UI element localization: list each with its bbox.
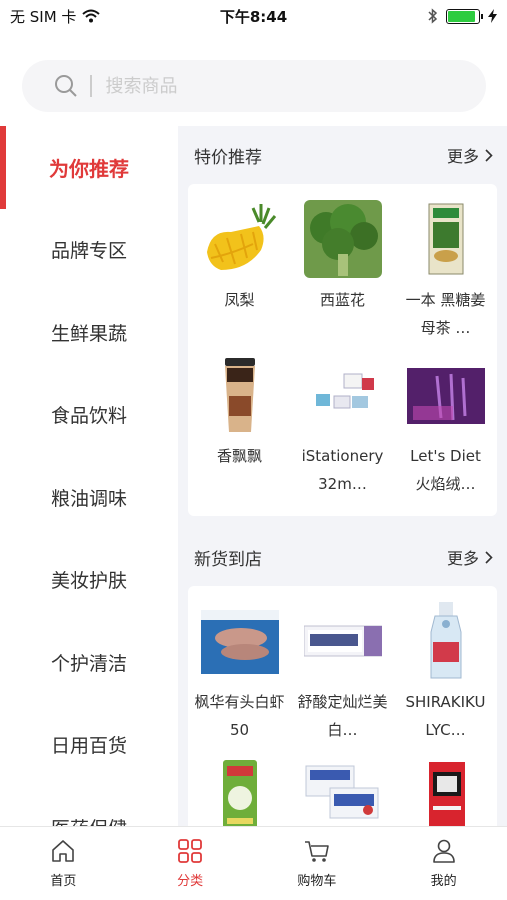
product-item[interactable] (291, 758, 394, 826)
tab-label: 我的 (430, 874, 457, 889)
status-bar: 无 SIM 卡 下午8:44 (0, 0, 507, 32)
product-name: SHIRAKIKU LYC… (405, 693, 486, 739)
sidebar-item-personal-care[interactable]: 个护清洁 (0, 621, 178, 704)
ginger-tea-image (407, 200, 485, 278)
carrier-label: 无 SIM 卡 (10, 7, 77, 26)
product-item[interactable]: 凤梨 (188, 200, 291, 352)
search-input[interactable] (105, 75, 406, 97)
category-sidebar: 为你推荐 品牌专区 生鲜果蔬 食品饮料 粮油调味 美妆护肤 个护清洁 日用百货 … (0, 126, 178, 826)
sidebar-item-brands[interactable]: 品牌专区 (0, 209, 178, 292)
bottom-tab-bar: 首页 分类 购物车 我的 (0, 826, 507, 900)
product-name: 凤梨 (224, 291, 255, 309)
section-header-new-arrivals: 新货到店 更多 (178, 528, 507, 586)
chevron-right-icon (485, 148, 493, 162)
toothpaste-image (303, 602, 382, 680)
product-name: 西蓝花 (319, 291, 365, 309)
product-item[interactable]: 一本 黑糖姜母茶 … (394, 200, 497, 352)
product-name: 枫华有头白虾50 (194, 693, 285, 739)
product-item[interactable]: 西蓝花 (291, 200, 394, 352)
section-title: 特价推荐 (194, 147, 262, 168)
tab-cart[interactable]: 购物车 (254, 827, 381, 900)
tab-category[interactable]: 分类 (127, 827, 254, 900)
tab-label: 分类 (177, 874, 204, 889)
profile-icon (432, 839, 455, 863)
product-item[interactable]: SHIRAKIKU LYC… (394, 602, 497, 754)
search-divider (90, 75, 92, 97)
product-name: 香飘飘 (216, 447, 262, 465)
section-header-specials: 特价推荐 更多 (178, 126, 507, 184)
wifi-icon (82, 9, 101, 23)
green-tea-can-image (201, 758, 279, 826)
pack-box-image (304, 758, 382, 826)
search-bar[interactable] (22, 60, 486, 112)
search-icon (55, 75, 77, 97)
more-link[interactable]: 更多 (447, 143, 493, 167)
section-title: 新货到店 (194, 549, 262, 570)
product-item[interactable]: 枫华有头白虾50 (188, 602, 291, 754)
broccoli-image (303, 200, 382, 278)
status-time: 下午8:44 (219, 7, 288, 26)
product-name: 舒酸定灿烂美白… (297, 693, 388, 739)
diet-product-image (406, 356, 485, 434)
product-grid-specials: 凤梨 西蓝花 一本 黑糖姜母茶 … 香飘飘 iStationery 32m… L… (188, 184, 497, 516)
product-name: 一本 黑糖姜母茶 … (405, 291, 486, 337)
tab-home[interactable]: 首页 (0, 827, 127, 900)
sidebar-item-recommended[interactable]: 为你推荐 (0, 126, 178, 209)
status-right (428, 8, 497, 24)
cart-icon (304, 841, 329, 862)
home-icon (52, 840, 75, 862)
sidebar-item-daily-goods[interactable]: 日用百货 (0, 704, 178, 787)
category-icon (178, 839, 203, 863)
product-item[interactable]: 香飘飘 (188, 356, 291, 508)
shrimp-box-image (200, 602, 279, 680)
battery-icon (446, 8, 483, 24)
red-box-image (407, 758, 485, 826)
sidebar-item-health[interactable]: 医药保健 (0, 786, 178, 826)
sidebar-item-beauty[interactable]: 美妆护肤 (0, 539, 178, 622)
charging-icon (488, 9, 497, 23)
product-item[interactable]: iStationery 32m… (291, 356, 394, 508)
ramune-bottle-image (407, 602, 485, 680)
product-item[interactable]: 舒酸定灿烂美白… (291, 602, 394, 754)
pineapple-image (201, 200, 279, 278)
stationery-image (304, 356, 382, 434)
product-item[interactable] (394, 758, 497, 826)
sidebar-item-grain-oil[interactable]: 粮油调味 (0, 456, 178, 539)
sidebar-item-fresh[interactable]: 生鲜果蔬 (0, 291, 178, 374)
product-grid-new-arrivals: 枫华有头白虾50 舒酸定灿烂美白… SHIRAKIKU LYC… (188, 586, 497, 826)
chevron-right-icon (485, 550, 493, 564)
product-item[interactable]: Let's Diet 火焰绒… (394, 356, 497, 508)
sidebar-item-food-drinks[interactable]: 食品饮料 (0, 374, 178, 457)
more-link[interactable]: 更多 (447, 545, 493, 569)
product-content: 特价推荐 更多 凤梨 西蓝花 一本 黑糖姜母茶 … 香飘飘 iStationer… (178, 126, 507, 826)
tab-label: 首页 (50, 874, 77, 889)
status-left: 无 SIM 卡 (10, 6, 101, 27)
battery-level (448, 10, 475, 22)
tab-label: 购物车 (297, 874, 337, 889)
bluetooth-icon (428, 8, 438, 24)
product-name: iStationery 32m… (301, 447, 384, 493)
milk-tea-cup-image (201, 356, 279, 434)
tab-profile[interactable]: 我的 (380, 827, 507, 900)
product-name: Let's Diet 火焰绒… (410, 447, 481, 493)
product-item[interactable] (188, 758, 291, 826)
